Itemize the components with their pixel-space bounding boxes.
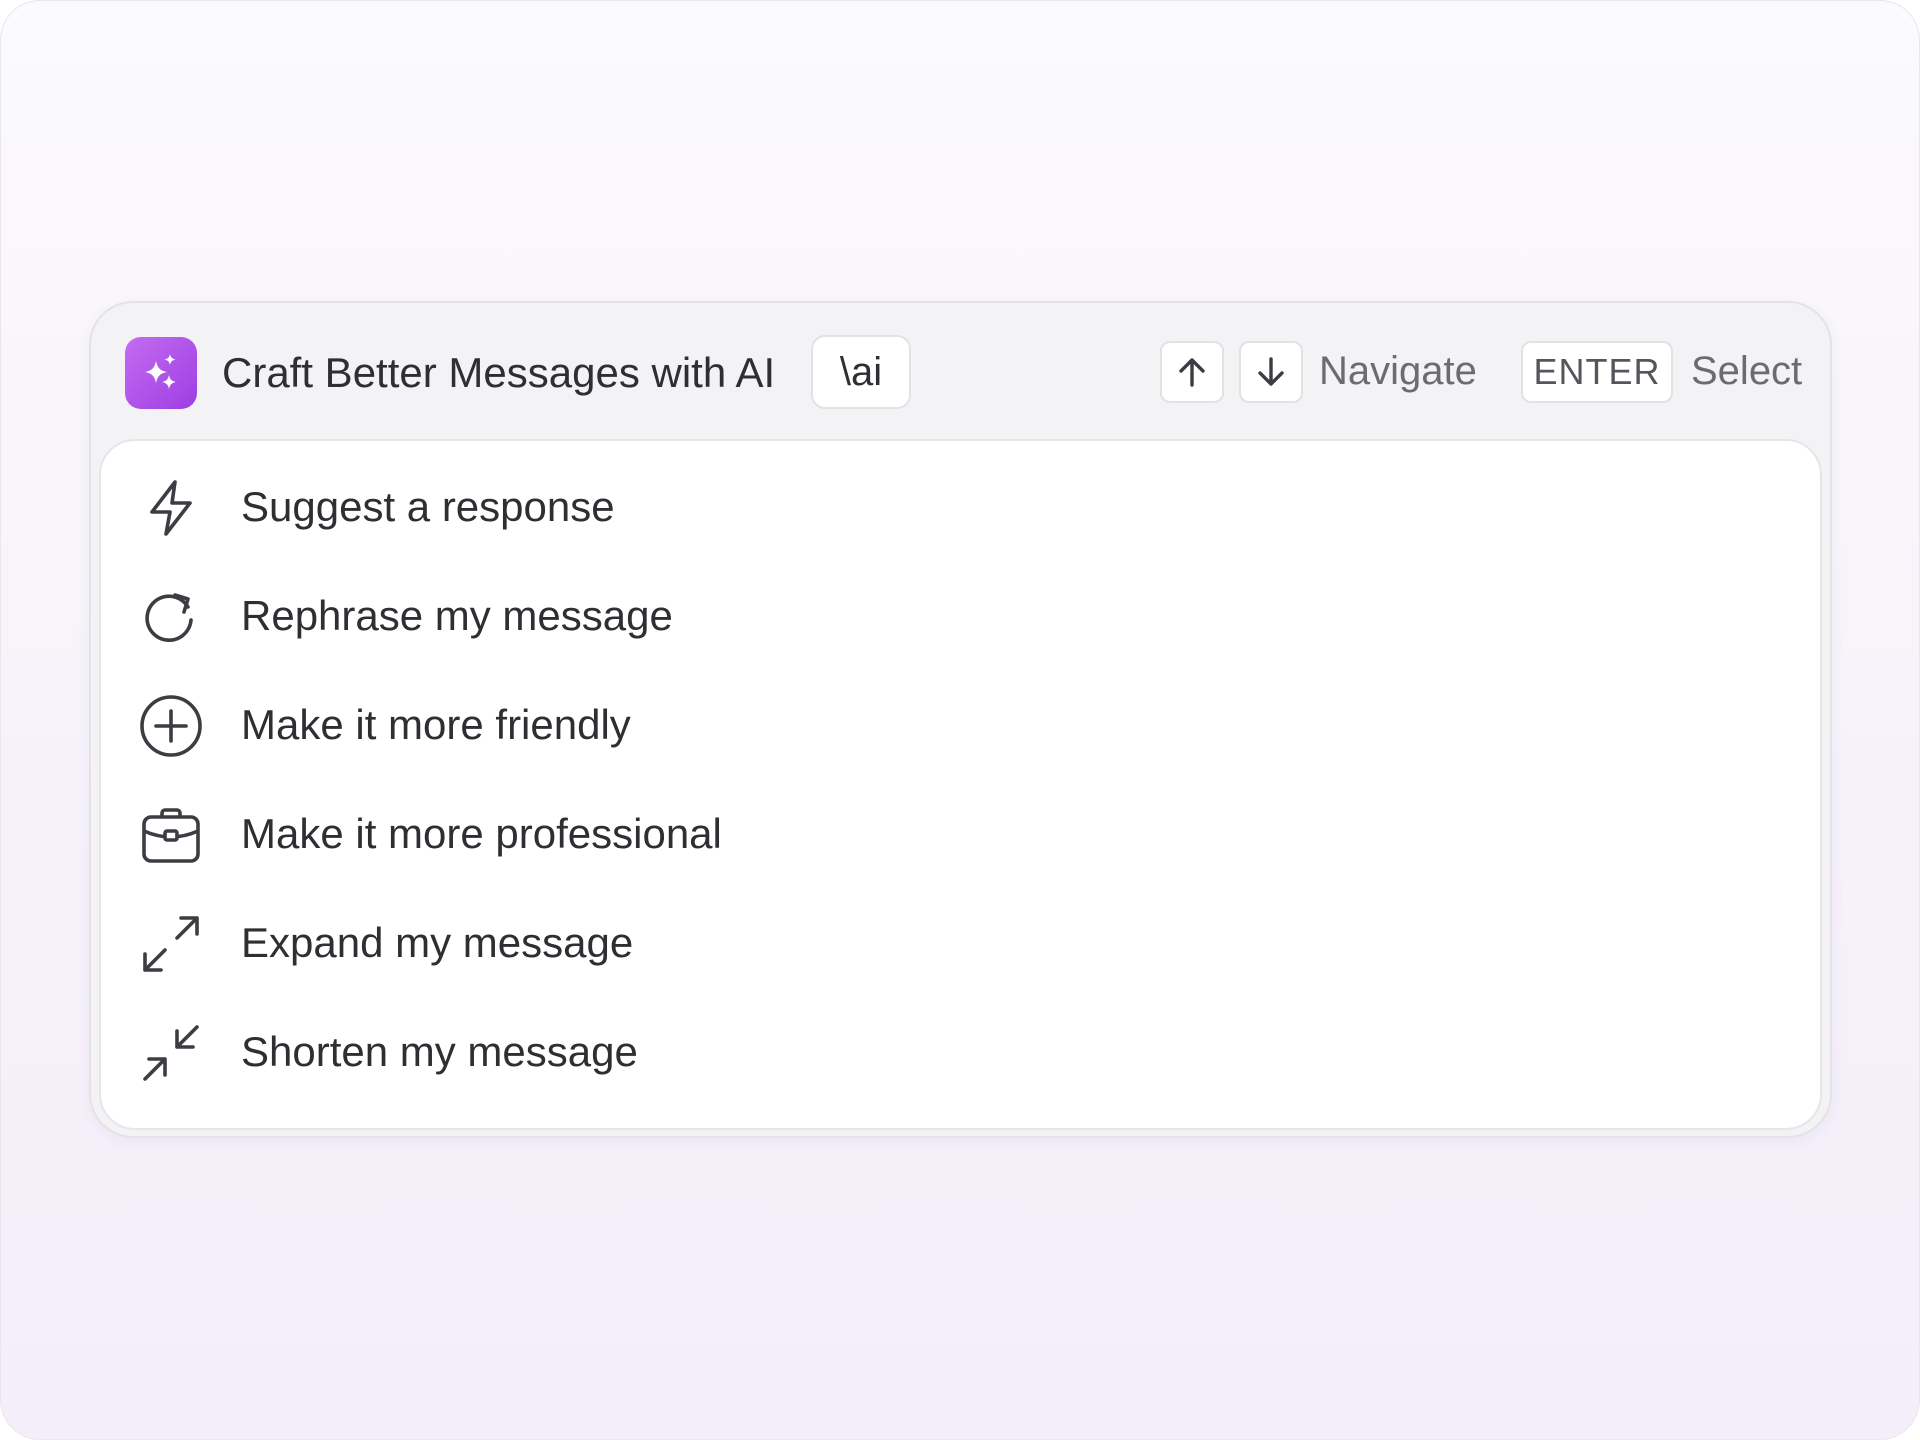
menu-item-rephrase[interactable]: Rephrase my message xyxy=(101,562,1820,671)
briefcase-icon xyxy=(142,808,200,863)
navigate-hint: Navigate xyxy=(1319,349,1477,393)
navigate-down-key[interactable] xyxy=(1239,341,1303,403)
menu-item-label: Make it more friendly xyxy=(241,701,631,748)
expand-icon xyxy=(143,916,199,972)
select-hint: Select xyxy=(1691,349,1803,393)
enter-key[interactable]: ENTER xyxy=(1521,341,1673,403)
menu-item-label: Make it more professional xyxy=(241,810,722,857)
navigate-up-key[interactable] xyxy=(1160,341,1224,403)
menu-item-shorten[interactable]: Shorten my message xyxy=(101,998,1820,1107)
plus-circle-icon xyxy=(140,695,202,757)
menu-item-suggest-response[interactable]: Suggest a response xyxy=(101,453,1820,562)
arrow-up-icon xyxy=(1179,358,1205,387)
menu-item-friendly[interactable]: Make it more friendly xyxy=(101,671,1820,780)
menu-item-label: Suggest a response xyxy=(241,483,615,530)
ai-action-list: Suggest a response Rephrase my message M… xyxy=(99,439,1822,1130)
command-shortcut-badge: \ai xyxy=(811,335,911,409)
background-canvas: Craft Better Messages with AI \ai Naviga… xyxy=(0,0,1920,1440)
shrink-icon xyxy=(143,1025,199,1081)
arrow-down-icon xyxy=(1258,357,1284,386)
refresh-icon xyxy=(145,593,193,642)
menu-item-expand[interactable]: Expand my message xyxy=(101,889,1820,998)
panel-header: Craft Better Messages with AI \ai Naviga… xyxy=(91,303,1830,439)
ai-command-panel: Craft Better Messages with AI \ai Naviga… xyxy=(89,301,1832,1138)
menu-item-label: Rephrase my message xyxy=(241,592,673,639)
sparkles-icon xyxy=(125,337,197,409)
menu-item-label: Expand my message xyxy=(241,919,634,966)
menu-item-professional[interactable]: Make it more professional xyxy=(101,780,1820,889)
lightning-icon xyxy=(150,480,192,536)
menu-item-label: Shorten my message xyxy=(241,1028,638,1075)
page-title: Craft Better Messages with AI xyxy=(222,349,776,396)
